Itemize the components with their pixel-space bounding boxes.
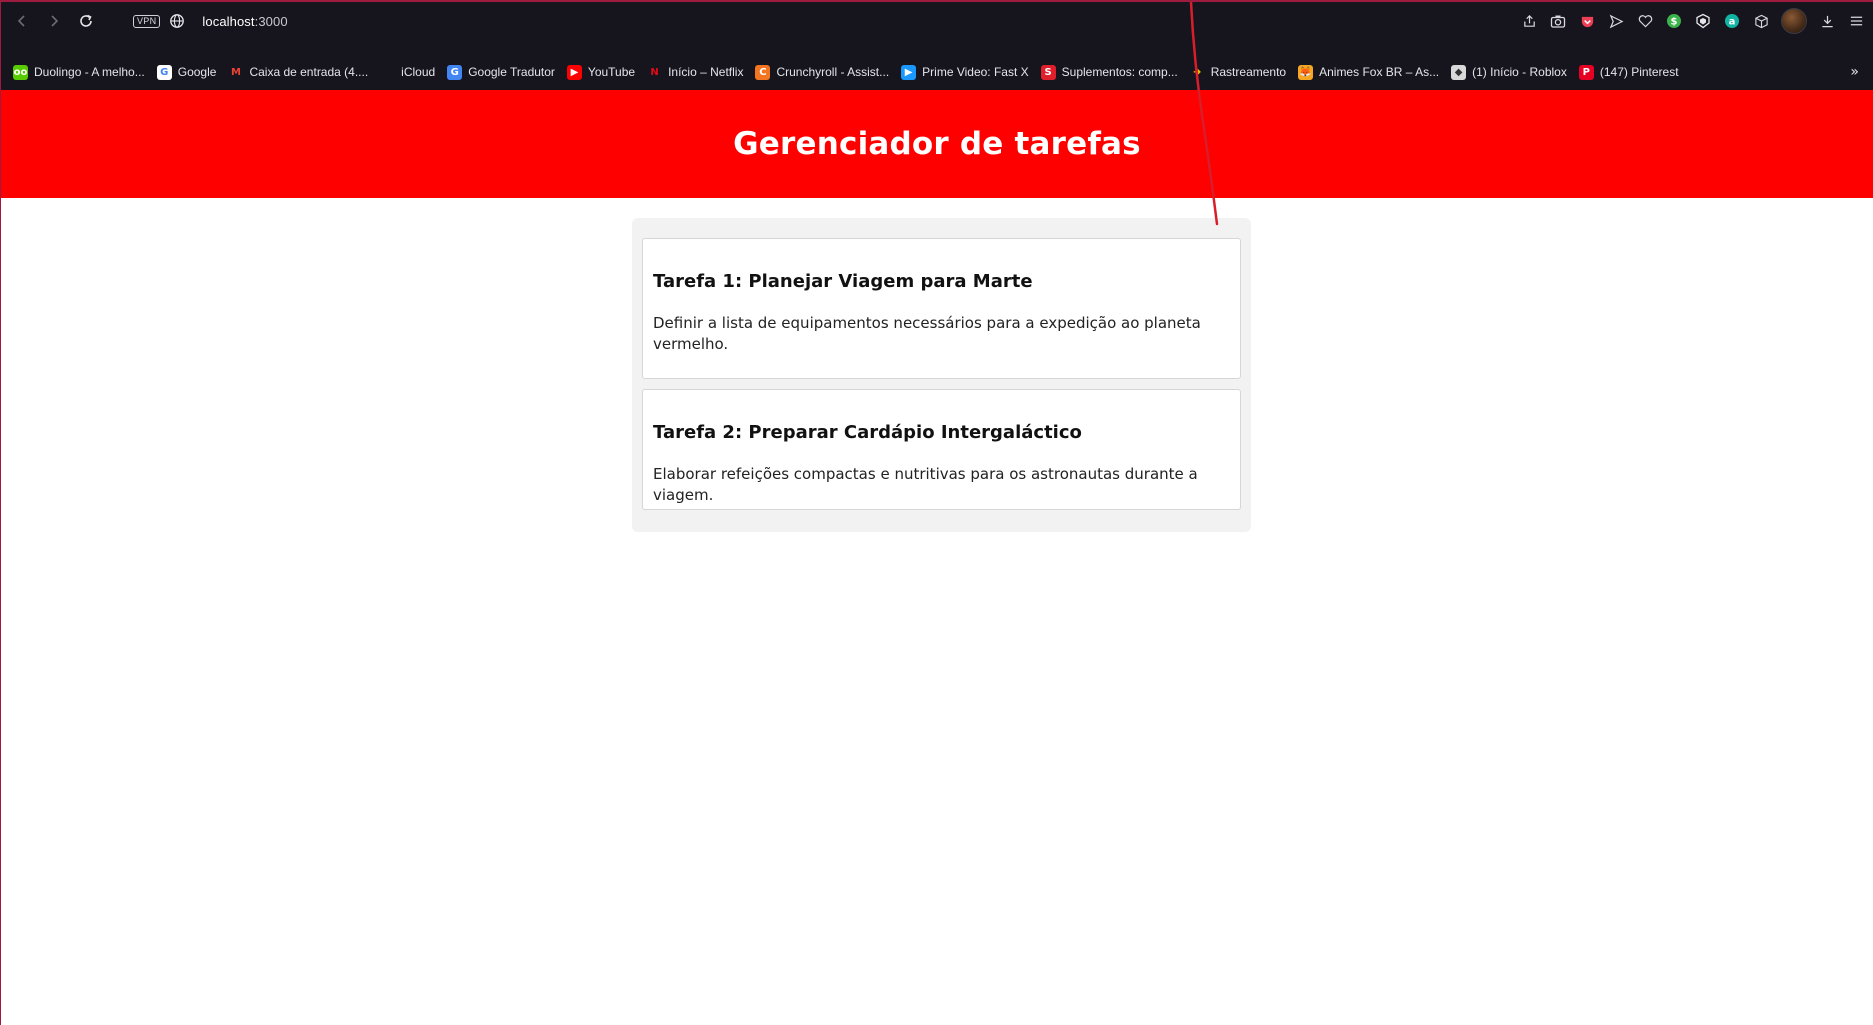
bookmark-label: Crunchyroll - Assist...: [776, 65, 890, 79]
bookmark-item[interactable]: N Início – Netflix: [647, 64, 744, 80]
bookmark-item[interactable]: ▶ YouTube: [566, 64, 636, 80]
app-header: Gerenciador de tarefas: [1, 90, 1873, 198]
bookmark-label: Duolingo - A melho...: [34, 65, 145, 79]
browser-window: VPN localhost:3000 $ a oo Duolingo - A me: [0, 0, 1873, 1025]
bookmark-item[interactable]: M Caixa de entrada (4....: [228, 64, 369, 80]
svg-text:$: $: [1671, 17, 1678, 28]
bookmark-label: Suplementos: comp...: [1061, 65, 1178, 79]
url-host: localhost: [202, 13, 255, 29]
bookmark-item[interactable]: oo Duolingo - A melho...: [13, 64, 145, 80]
task-description: Definir a lista de equipamentos necessár…: [653, 314, 1201, 353]
bookmark-label: iCloud: [401, 65, 436, 79]
url-port: :3000: [254, 13, 288, 29]
pocket-icon[interactable]: [1578, 12, 1596, 30]
task-title: Tarefa 1: Planejar Viagem para Marte: [653, 271, 1033, 292]
supplements-icon: S: [1040, 64, 1056, 80]
globe-icon: [170, 14, 185, 28]
shield-extension-icon[interactable]: [1694, 12, 1712, 30]
task-list: Tarefa 1: Planejar Viagem para Marte Def…: [632, 218, 1251, 532]
forward-button[interactable]: [41, 8, 67, 34]
duolingo-icon: oo: [13, 64, 28, 80]
reload-icon: [80, 14, 92, 27]
bookmark-label: Prime Video: Fast X: [922, 65, 1029, 79]
bookmark-label: Caixa de entrada (4....: [249, 65, 369, 79]
animes-fox-icon: 🦊: [1298, 64, 1314, 80]
chevron-left-icon: [17, 15, 25, 27]
browser-toolbar: VPN localhost:3000 $ a: [1, 2, 1873, 40]
crunchyroll-icon: C: [755, 64, 771, 80]
pinterest-icon: P: [1578, 64, 1594, 80]
bookmark-item[interactable]: G Google Tradutor: [447, 64, 555, 80]
apple-icon: [380, 64, 396, 80]
bookmark-label: Google Tradutor: [468, 65, 555, 79]
tracking-icon: ➜: [1189, 64, 1205, 80]
task-description: Elaborar refeições compactas e nutritiva…: [653, 465, 1198, 504]
site-info-icon[interactable]: [168, 12, 186, 30]
bookmark-item[interactable]: G Google: [156, 64, 217, 80]
task-card: Tarefa 1: Planejar Viagem para Marte Def…: [642, 238, 1241, 379]
bookmark-label: Rastreamento: [1210, 65, 1287, 79]
bookmark-item[interactable]: iCloud: [380, 64, 436, 80]
bookmarks-bar: oo Duolingo - A melho... G Google M Caixa de …: [1, 59, 1873, 85]
chevron-right-icon: [51, 15, 59, 27]
gmail-icon: M: [228, 64, 244, 80]
amazon-assistant-icon[interactable]: a: [1723, 12, 1741, 30]
browser-chrome: VPN localhost:3000 $ a oo Duolingo - A me: [1, 2, 1873, 90]
bookmark-label: (1) Início - Roblox: [1472, 65, 1567, 79]
profile-avatar[interactable]: [1781, 8, 1807, 34]
bookmark-item[interactable]: C Crunchyroll - Assist...: [755, 64, 890, 80]
bookmark-label: YouTube: [587, 65, 636, 79]
bookmark-item[interactable]: ◆ (1) Início - Roblox: [1451, 64, 1567, 80]
bookmark-label: Google: [177, 65, 217, 79]
toolbar-extensions: $ a: [1520, 2, 1865, 40]
back-button[interactable]: [9, 8, 35, 34]
download-icon[interactable]: [1818, 12, 1836, 30]
send-icon[interactable]: [1607, 12, 1625, 30]
svg-text:a: a: [1729, 17, 1736, 28]
reload-button[interactable]: [73, 8, 99, 34]
dollar-extension-icon[interactable]: $: [1665, 12, 1683, 30]
bookmark-item[interactable]: ▶ Prime Video: Fast X: [901, 64, 1029, 80]
bookmark-item[interactable]: 🦊 Animes Fox BR – As...: [1298, 64, 1440, 80]
bookmark-label: (147) Pinterest: [1599, 65, 1679, 79]
page-title: Gerenciador de tarefas: [733, 126, 1141, 162]
bookmark-label: Animes Fox BR – As...: [1319, 65, 1440, 79]
bookmarks-overflow-icon[interactable]: »: [1850, 59, 1859, 85]
prime-video-icon: ▶: [901, 64, 917, 80]
netflix-icon: N: [647, 64, 663, 80]
bookmark-item[interactable]: S Suplementos: comp...: [1040, 64, 1178, 80]
heart-icon[interactable]: [1636, 12, 1654, 30]
task-title: Tarefa 2: Preparar Cardápio Intergalácti…: [653, 422, 1082, 443]
task-card: Tarefa 2: Preparar Cardápio Intergalácti…: [642, 389, 1241, 510]
bookmark-item[interactable]: P (147) Pinterest: [1578, 64, 1679, 80]
camera-icon[interactable]: [1549, 12, 1567, 30]
address-bar[interactable]: localhost:3000: [202, 14, 287, 29]
google-translate-icon: G: [447, 64, 463, 80]
youtube-icon: ▶: [566, 64, 582, 80]
share-icon[interactable]: [1520, 12, 1538, 30]
vpn-badge[interactable]: VPN: [133, 14, 161, 28]
bookmark-item[interactable]: ➜ Rastreamento: [1189, 64, 1287, 80]
cube-icon[interactable]: [1752, 12, 1770, 30]
roblox-icon: ◆: [1451, 64, 1467, 80]
google-icon: G: [156, 64, 172, 80]
bookmark-label: Início – Netflix: [668, 65, 744, 79]
menu-icon[interactable]: [1847, 12, 1865, 30]
